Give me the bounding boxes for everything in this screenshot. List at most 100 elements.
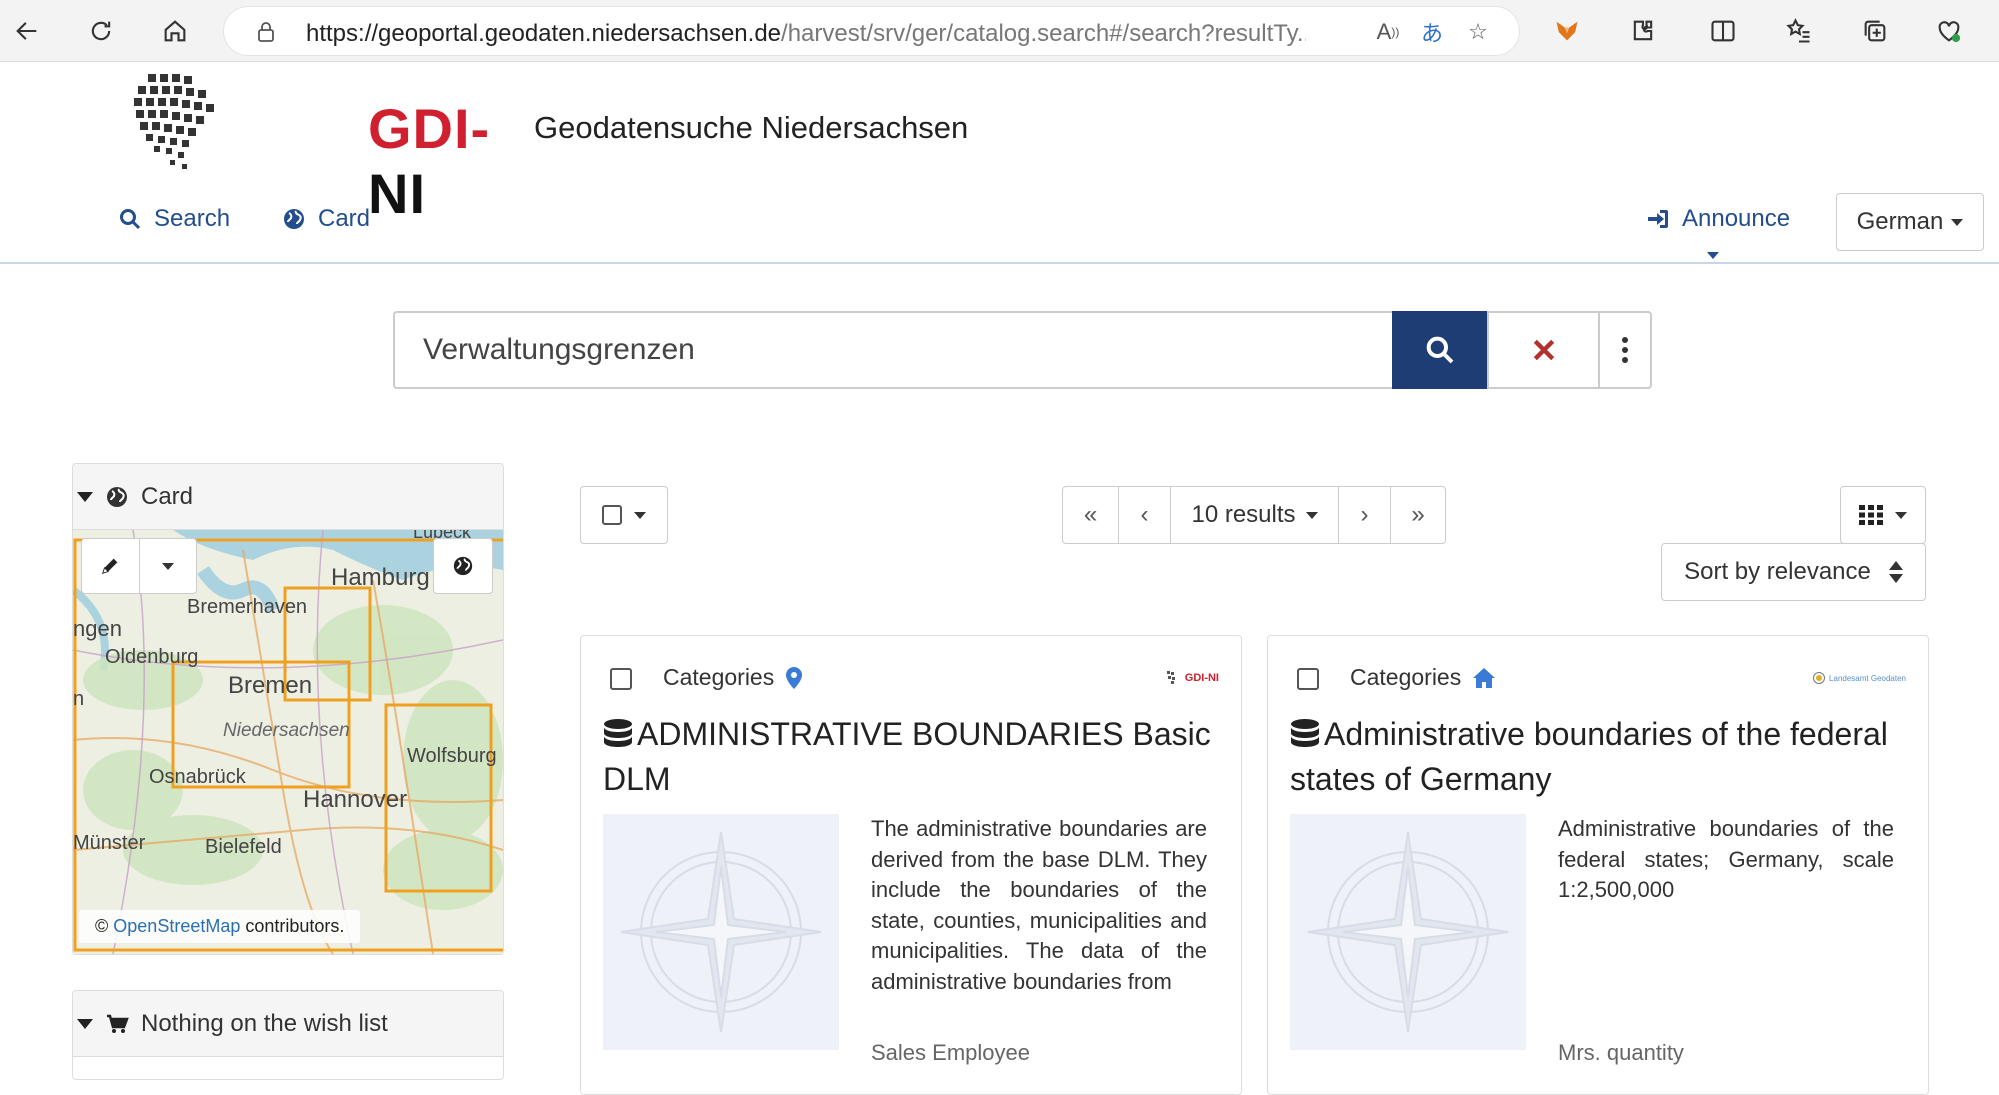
select-all-dropdown[interactable]	[580, 486, 668, 544]
search-icon	[120, 209, 141, 230]
compass-rose-icon	[1307, 831, 1509, 1033]
split-screen-icon[interactable]	[1704, 12, 1742, 50]
site-title: Geodatensuche Niedersachsen	[534, 110, 969, 145]
chevron-left-icon: ‹	[1140, 501, 1149, 528]
nav-announce-label: Announce	[1682, 205, 1791, 232]
shopping-cart-icon	[107, 1014, 129, 1033]
results-count-label: 10 results	[1191, 501, 1296, 528]
result-abstract: Administrative boundaries of the federal…	[1558, 816, 1894, 902]
result-title[interactable]: Administrative boundaries of the federal…	[1290, 712, 1910, 802]
extensions-puzzle-icon[interactable]	[1624, 12, 1662, 50]
map-globe-button[interactable]	[433, 538, 493, 594]
chevron-down-icon	[1305, 511, 1318, 519]
source-logo-text: GDI-NI	[1184, 672, 1219, 684]
globe-icon	[284, 209, 304, 229]
map-label: Wolfsburg	[407, 745, 497, 767]
result-thumbnail[interactable]	[1290, 814, 1526, 1050]
map-label: Niedersachsen	[223, 720, 350, 741]
favorites-list-icon[interactable]	[1780, 12, 1818, 50]
source-logo: GDI-NI	[1166, 668, 1219, 688]
search-icon	[1426, 336, 1453, 364]
wishlist-title: Nothing on the wish list	[141, 1009, 388, 1037]
result-select-checkbox[interactable]	[610, 668, 632, 690]
map-label: Bremerhaven	[187, 596, 308, 618]
chevron-down-icon	[1895, 511, 1907, 519]
first-page-button[interactable]: «	[1063, 487, 1119, 543]
result-card[interactable]: Categories Landesamt Geodaten Administra…	[1267, 635, 1929, 1095]
results-count-dropdown[interactable]: 10 results	[1171, 487, 1339, 543]
lock-icon[interactable]	[254, 20, 278, 44]
compass-rose-icon	[620, 831, 822, 1033]
nav-search[interactable]: Search	[118, 205, 230, 233]
result-title[interactable]: ADMINISTRATIVE BOUNDARIES Basic DLM	[603, 712, 1223, 802]
kebab-dot	[1622, 337, 1628, 343]
view-mode-dropdown[interactable]	[1840, 486, 1926, 544]
map-panel-header[interactable]: Card	[73, 464, 503, 530]
result-select-checkbox[interactable]	[1297, 668, 1319, 690]
favorite-star-icon[interactable]: ☆	[1464, 18, 1492, 46]
url-text[interactable]: https://geoportal.geodaten.niedersachsen…	[306, 20, 1306, 48]
map-view[interactable]: Lübeck Hamburg Bremerhaven ngen Oldenbur…	[73, 530, 503, 954]
chevron-right-icon: ›	[1360, 501, 1369, 528]
map-panel: Card Lübeck Hamburg Bremerhaven ngen Old…	[72, 463, 504, 955]
refresh-icon[interactable]	[82, 12, 120, 50]
draw-options-dropdown[interactable]	[140, 539, 197, 593]
result-abstract: The administrative boundaries are derive…	[871, 816, 1207, 994]
chevron-down-icon	[1951, 218, 1964, 226]
language-dropdown[interactable]: German	[1836, 193, 1984, 251]
map-attribution: © OpenStreetMap contributors.	[79, 910, 361, 943]
last-page-button[interactable]: »	[1391, 487, 1445, 543]
gdi-ni-logo[interactable]: GDI-NI	[130, 68, 510, 225]
result-contact: Sales Employee	[871, 1040, 1030, 1065]
openstreetmap-link[interactable]: OpenStreetMap	[113, 916, 240, 936]
map-panel-title: Card	[141, 482, 194, 510]
fox-extension-icon[interactable]	[1548, 12, 1586, 50]
prev-page-button[interactable]: ‹	[1119, 487, 1171, 543]
source-logo: Landesamt Geodaten	[1813, 668, 1906, 688]
kebab-dot	[1622, 347, 1628, 353]
database-icon	[604, 719, 632, 747]
double-chevron-right-icon: »	[1411, 501, 1425, 528]
collections-icon[interactable]	[1856, 12, 1894, 50]
caret-down-icon	[77, 491, 93, 502]
search-button[interactable]	[1392, 311, 1487, 389]
select-all-checkbox[interactable]	[602, 505, 622, 525]
globe-icon	[453, 556, 473, 576]
home-icon	[1473, 667, 1496, 688]
caret-down-icon	[77, 1018, 93, 1029]
map-label: Hannover	[303, 786, 408, 813]
read-aloud-icon[interactable]: A))	[1374, 18, 1402, 46]
nav-announce[interactable]: Announce	[1646, 205, 1790, 233]
database-icon	[1291, 719, 1319, 747]
back-icon[interactable]	[8, 12, 46, 50]
source-logo-text: Landesamt Geodaten	[1829, 673, 1906, 683]
site-header: GDI-NI Geodatensuche Niedersachsen Searc…	[0, 62, 1999, 264]
home-icon[interactable]	[156, 12, 194, 50]
logo-grid-icon	[1166, 671, 1175, 684]
attribution-prefix: ©	[95, 916, 109, 936]
wishlist-panel-header[interactable]: Nothing on the wish list	[73, 991, 503, 1057]
map-marker-icon	[786, 666, 803, 689]
map-label: n	[73, 688, 85, 710]
map-label: Osnabrück	[149, 766, 246, 788]
next-page-button[interactable]: ›	[1339, 487, 1391, 543]
search-options-button[interactable]	[1600, 311, 1652, 389]
address-bar[interactable]: https://geoportal.geodaten.niedersachsen…	[223, 6, 1520, 56]
globe-icon	[107, 486, 127, 507]
nav-card[interactable]: Card	[282, 205, 370, 233]
map-label: ngen	[73, 616, 122, 641]
clear-search-button[interactable]	[1487, 311, 1600, 389]
close-icon	[1533, 339, 1554, 361]
draw-pencil-button[interactable]	[82, 539, 140, 593]
pencil-icon	[102, 558, 118, 575]
browser-toolbar: https://geoportal.geodaten.niedersachsen…	[0, 0, 1999, 62]
sort-dropdown[interactable]: Sort by relevance	[1661, 543, 1926, 601]
map-label: Münster	[73, 832, 146, 854]
browser-essentials-icon[interactable]	[1930, 12, 1968, 50]
search-input[interactable]: Verwaltungsgrenzen	[393, 311, 1392, 389]
result-thumbnail[interactable]	[603, 814, 839, 1050]
result-contact: Mrs. quantity	[1558, 1040, 1684, 1065]
result-card[interactable]: Categories GDI-NI ADMINISTRATIVE BOUNDAR…	[580, 635, 1242, 1095]
translate-icon[interactable]: あ	[1418, 18, 1446, 46]
map-label: Hamburg	[331, 564, 430, 591]
